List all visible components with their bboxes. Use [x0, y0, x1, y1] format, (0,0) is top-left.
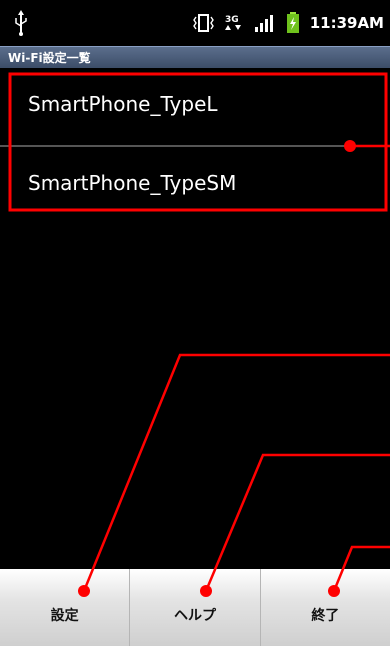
status-bar: 3G 11:39AM: [0, 0, 390, 46]
phone-screen: 3G 11:39AM Wi-Fi設定一覧 SmartPhone_TypeL Sm…: [0, 0, 390, 646]
usb-icon: [15, 10, 27, 36]
status-clock: 11:39AM: [309, 14, 384, 32]
battery-charging-icon: [286, 12, 299, 33]
wifi-list-item-label: SmartPhone_TypeSM: [28, 171, 237, 195]
exit-menu-button[interactable]: 終了: [261, 569, 390, 646]
wifi-list-item[interactable]: SmartPhone_TypeL: [0, 70, 390, 147]
options-menu: 設定 ヘルプ 終了: [0, 569, 390, 646]
network-3g-icon: 3G: [224, 15, 241, 30]
page-title: Wi-Fi設定一覧: [8, 51, 91, 65]
help-menu-button[interactable]: ヘルプ: [130, 569, 261, 646]
status-icons: 3G 11:39AM: [192, 12, 384, 34]
settings-menu-button[interactable]: 設定: [0, 569, 131, 646]
svg-text:3G: 3G: [225, 15, 239, 25]
vibrate-icon: [192, 14, 214, 32]
wifi-settings-list: SmartPhone_TypeL SmartPhone_TypeSM: [0, 70, 390, 213]
signal-icon: [254, 15, 273, 32]
title-bar: Wi-Fi設定一覧: [0, 46, 390, 68]
wifi-list-item[interactable]: SmartPhone_TypeSM: [0, 147, 390, 213]
wifi-list-item-label: SmartPhone_TypeL: [28, 92, 218, 116]
